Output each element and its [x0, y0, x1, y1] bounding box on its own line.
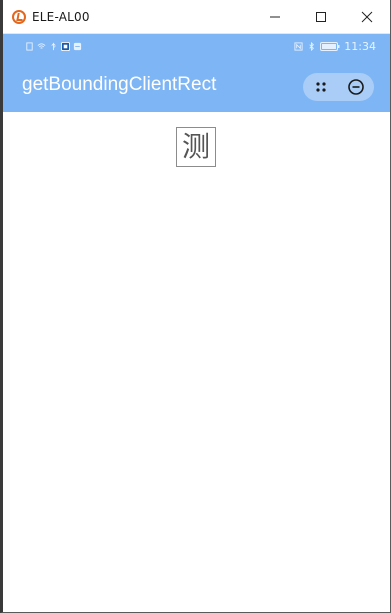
mini-program-capsule	[303, 73, 374, 101]
sd-icon	[73, 42, 82, 50]
status-left-icons	[25, 41, 82, 51]
window-controls	[252, 0, 390, 33]
maximize-button[interactable]	[298, 0, 344, 33]
nfc-icon	[294, 41, 303, 51]
window-title: ELE-AL00	[32, 9, 90, 24]
bluetooth-icon	[309, 41, 315, 51]
close-circle-icon	[348, 79, 365, 95]
sim-icon	[26, 41, 33, 51]
test-text-box: 测	[176, 127, 216, 167]
close-button[interactable]	[344, 0, 390, 33]
close-capsule-button[interactable]	[343, 74, 369, 100]
window-titlebar[interactable]: ELE-AL00	[3, 0, 390, 34]
emulator-window: ELE-AL00 11:34 getBoundingClientRect 测	[0, 0, 391, 613]
status-time: 11:34	[344, 39, 376, 53]
app-logo-icon	[12, 9, 26, 24]
page-title: getBoundingClientRect	[22, 74, 217, 95]
close-icon	[361, 11, 373, 22]
more-button[interactable]	[308, 74, 334, 100]
status-bar: 11:34	[3, 34, 390, 58]
minimize-icon	[270, 16, 280, 17]
more-icon	[316, 82, 326, 92]
status-right-icons: 11:34	[294, 34, 376, 58]
maximize-icon	[316, 11, 326, 22]
phone-screen: 11:34 getBoundingClientRect 测	[3, 34, 390, 612]
usb-icon	[51, 42, 56, 50]
battery-icon	[320, 41, 340, 51]
app-notification-icon	[61, 41, 70, 51]
page-content: 测	[3, 112, 390, 612]
minimize-button[interactable]	[252, 0, 298, 33]
navigation-bar: getBoundingClientRect	[3, 58, 390, 112]
wifi-icon	[37, 42, 46, 49]
